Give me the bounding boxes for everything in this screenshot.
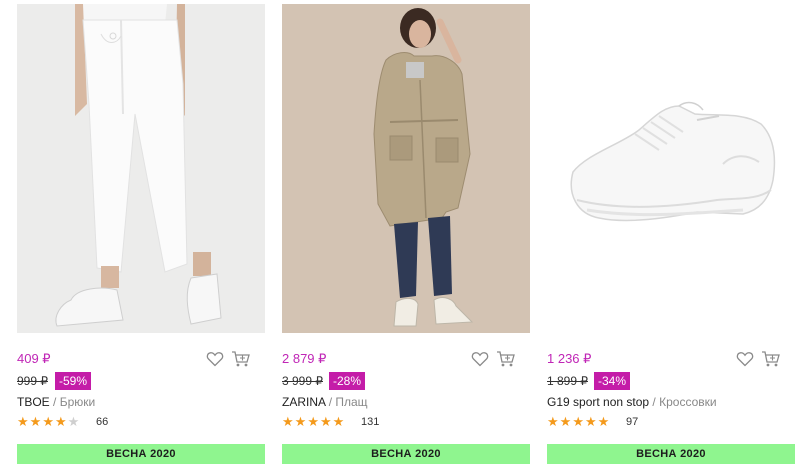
- star-icon: ★: [42, 414, 55, 429]
- discount-badge: -59%: [55, 372, 92, 390]
- star-icon: ★: [17, 414, 30, 429]
- brand-name[interactable]: TBOE: [17, 395, 50, 409]
- star-icon: ★: [332, 414, 346, 429]
- star-icon: ★: [559, 414, 573, 429]
- category-name[interactable]: Кроссовки: [659, 395, 716, 409]
- title-separator: /: [328, 395, 333, 409]
- product-price: 409 ₽: [17, 351, 51, 366]
- product-price: 2 879 ₽: [282, 351, 327, 366]
- title-separator: /: [53, 395, 57, 409]
- season-badge: ВЕСНА 2020: [17, 444, 265, 464]
- category-name[interactable]: Плащ: [335, 395, 367, 409]
- star-icon: ★: [54, 414, 68, 429]
- category-name[interactable]: Брюки: [60, 395, 96, 409]
- discount-badge: -28%: [329, 372, 366, 390]
- product-price: 1 236 ₽: [547, 351, 592, 366]
- rating-stars: ★★★★★: [547, 414, 610, 430]
- discount-badge: -34%: [594, 372, 631, 390]
- product-card[interactable]: 2 879 ₽ 3 999 ₽ -28% ZARINA / Плащ ★★★★★…: [282, 4, 530, 470]
- rating-stars: ★★★★★: [282, 414, 345, 430]
- star-icon: ★: [29, 414, 43, 429]
- star-icon: ★: [547, 414, 560, 429]
- old-price: 1 899 ₽: [547, 374, 588, 388]
- review-count[interactable]: 97: [626, 415, 638, 430]
- product-card[interactable]: 1 236 ₽ 1 899 ₽ -34% G19 sport non stop …: [547, 4, 795, 470]
- title-separator: /: [652, 395, 656, 409]
- old-price: 999 ₽: [17, 374, 48, 388]
- brand-name[interactable]: ZARINA: [282, 395, 325, 409]
- star-icon: ★: [67, 414, 81, 429]
- season-badge: ВЕСНА 2020: [282, 444, 530, 464]
- product-image-white-joggers[interactable]: [17, 4, 265, 333]
- star-icon: ★: [282, 414, 295, 429]
- star-icon: ★: [307, 414, 320, 429]
- old-price: 3 999 ₽: [282, 374, 323, 388]
- star-icon: ★: [319, 414, 333, 429]
- product-title[interactable]: G19 sport non stop / Кроссовки: [547, 394, 717, 410]
- star-icon: ★: [294, 414, 308, 429]
- product-title[interactable]: TBOE / Брюки: [17, 394, 95, 410]
- heart-icon[interactable]: [736, 350, 754, 368]
- product-card[interactable]: 409 ₽ 999 ₽ -59% TBOE / Брюки ★★★★★ 66 В…: [17, 4, 265, 470]
- product-image-beige-raincoat[interactable]: [282, 4, 530, 333]
- heart-icon[interactable]: [471, 350, 489, 368]
- cart-icon[interactable]: [231, 350, 251, 368]
- cart-icon[interactable]: [496, 350, 516, 368]
- product-image-white-sneaker[interactable]: [547, 4, 795, 333]
- brand-name[interactable]: G19 sport non stop: [547, 395, 649, 409]
- season-badge: ВЕСНА 2020: [547, 444, 795, 464]
- rating-stars: ★★★★★: [17, 414, 80, 430]
- star-icon: ★: [597, 414, 611, 429]
- review-count[interactable]: 66: [96, 415, 108, 430]
- star-icon: ★: [572, 414, 585, 429]
- cart-icon[interactable]: [761, 350, 781, 368]
- product-title[interactable]: ZARINA / Плащ: [282, 394, 368, 410]
- heart-icon[interactable]: [206, 350, 224, 368]
- review-count[interactable]: 131: [361, 415, 379, 430]
- star-icon: ★: [584, 414, 598, 429]
